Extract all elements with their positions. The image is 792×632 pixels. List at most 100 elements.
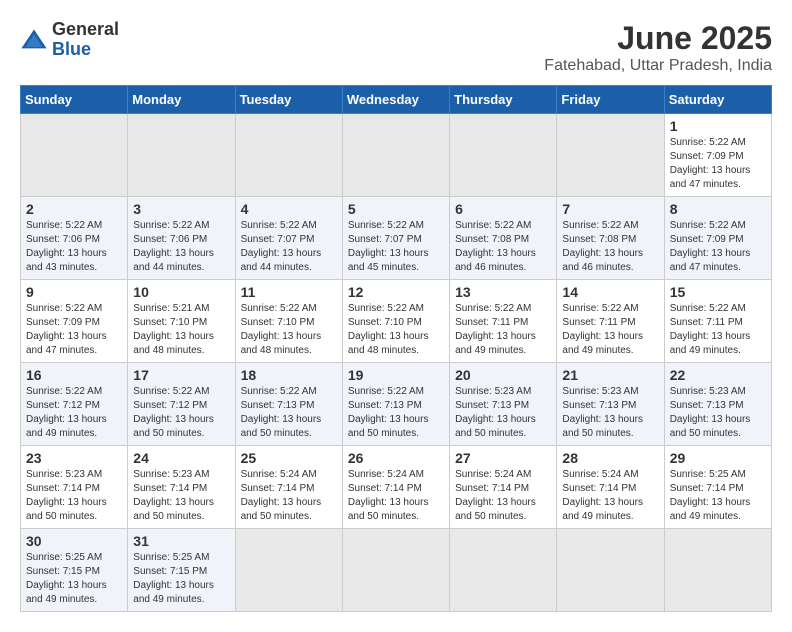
cell-info: Sunrise: 5:22 AMSunset: 7:10 PMDaylight:… (241, 303, 322, 356)
col-tuesday: Tuesday (235, 86, 342, 114)
calendar-header: Sunday Monday Tuesday Wednesday Thursday… (21, 86, 772, 114)
day-number: 19 (348, 367, 444, 383)
logo-text: General Blue (52, 20, 119, 60)
calendar-body: 1 Sunrise: 5:22 AMSunset: 7:09 PMDayligh… (21, 114, 772, 612)
cell-info: Sunrise: 5:25 AMSunset: 7:14 PMDaylight:… (670, 469, 751, 522)
table-row: 14 Sunrise: 5:22 AMSunset: 7:11 PMDaylig… (557, 280, 664, 363)
cell-info: Sunrise: 5:22 AMSunset: 7:13 PMDaylight:… (241, 386, 322, 439)
day-number: 11 (241, 284, 337, 300)
header-row: Sunday Monday Tuesday Wednesday Thursday… (21, 86, 772, 114)
cell-info: Sunrise: 5:22 AMSunset: 7:11 PMDaylight:… (670, 303, 751, 356)
cell-info: Sunrise: 5:22 AMSunset: 7:08 PMDaylight:… (562, 220, 643, 273)
cell-info: Sunrise: 5:25 AMSunset: 7:15 PMDaylight:… (133, 552, 214, 605)
logo-general: General (52, 20, 119, 40)
table-row: 23 Sunrise: 5:23 AMSunset: 7:14 PMDaylig… (21, 446, 128, 529)
day-number: 24 (133, 450, 229, 466)
table-row: 2 Sunrise: 5:22 AMSunset: 7:06 PMDayligh… (21, 197, 128, 280)
table-row (235, 529, 342, 612)
day-number: 3 (133, 201, 229, 217)
table-row: 31 Sunrise: 5:25 AMSunset: 7:15 PMDaylig… (128, 529, 235, 612)
table-row: 27 Sunrise: 5:24 AMSunset: 7:14 PMDaylig… (450, 446, 557, 529)
table-row (21, 114, 128, 197)
table-row (342, 114, 449, 197)
day-number: 10 (133, 284, 229, 300)
table-row: 21 Sunrise: 5:23 AMSunset: 7:13 PMDaylig… (557, 363, 664, 446)
table-row (342, 529, 449, 612)
cell-info: Sunrise: 5:24 AMSunset: 7:14 PMDaylight:… (241, 469, 322, 522)
table-row: 6 Sunrise: 5:22 AMSunset: 7:08 PMDayligh… (450, 197, 557, 280)
table-row: 7 Sunrise: 5:22 AMSunset: 7:08 PMDayligh… (557, 197, 664, 280)
day-number: 20 (455, 367, 551, 383)
cell-info: Sunrise: 5:25 AMSunset: 7:15 PMDaylight:… (26, 552, 107, 605)
calendar-table: Sunday Monday Tuesday Wednesday Thursday… (20, 85, 772, 612)
day-number: 21 (562, 367, 658, 383)
day-number: 29 (670, 450, 766, 466)
day-number: 18 (241, 367, 337, 383)
day-number: 8 (670, 201, 766, 217)
logo-icon (20, 26, 48, 54)
day-number: 14 (562, 284, 658, 300)
day-number: 6 (455, 201, 551, 217)
day-number: 2 (26, 201, 122, 217)
day-number: 16 (26, 367, 122, 383)
day-number: 25 (241, 450, 337, 466)
table-row: 9 Sunrise: 5:22 AMSunset: 7:09 PMDayligh… (21, 280, 128, 363)
col-wednesday: Wednesday (342, 86, 449, 114)
table-row: 5 Sunrise: 5:22 AMSunset: 7:07 PMDayligh… (342, 197, 449, 280)
day-number: 9 (26, 284, 122, 300)
logo-blue: Blue (52, 40, 119, 60)
calendar-row: 1 Sunrise: 5:22 AMSunset: 7:09 PMDayligh… (21, 114, 772, 197)
table-row: 4 Sunrise: 5:22 AMSunset: 7:07 PMDayligh… (235, 197, 342, 280)
cell-info: Sunrise: 5:22 AMSunset: 7:09 PMDaylight:… (26, 303, 107, 356)
table-row: 3 Sunrise: 5:22 AMSunset: 7:06 PMDayligh… (128, 197, 235, 280)
table-row: 24 Sunrise: 5:23 AMSunset: 7:14 PMDaylig… (128, 446, 235, 529)
day-number: 30 (26, 533, 122, 549)
title-area: June 2025 Fatehabad, Uttar Pradesh, Indi… (544, 20, 772, 75)
day-number: 31 (133, 533, 229, 549)
table-row: 17 Sunrise: 5:22 AMSunset: 7:12 PMDaylig… (128, 363, 235, 446)
col-friday: Friday (557, 86, 664, 114)
cell-info: Sunrise: 5:22 AMSunset: 7:07 PMDaylight:… (241, 220, 322, 273)
page-header: General Blue June 2025 Fatehabad, Uttar … (20, 20, 772, 75)
table-row: 20 Sunrise: 5:23 AMSunset: 7:13 PMDaylig… (450, 363, 557, 446)
table-row: 12 Sunrise: 5:22 AMSunset: 7:10 PMDaylig… (342, 280, 449, 363)
cell-info: Sunrise: 5:24 AMSunset: 7:14 PMDaylight:… (348, 469, 429, 522)
table-row: 30 Sunrise: 5:25 AMSunset: 7:15 PMDaylig… (21, 529, 128, 612)
table-row: 8 Sunrise: 5:22 AMSunset: 7:09 PMDayligh… (664, 197, 771, 280)
table-row: 29 Sunrise: 5:25 AMSunset: 7:14 PMDaylig… (664, 446, 771, 529)
calendar-row: 2 Sunrise: 5:22 AMSunset: 7:06 PMDayligh… (21, 197, 772, 280)
calendar-row: 30 Sunrise: 5:25 AMSunset: 7:15 PMDaylig… (21, 529, 772, 612)
cell-info: Sunrise: 5:22 AMSunset: 7:07 PMDaylight:… (348, 220, 429, 273)
table-row (557, 114, 664, 197)
day-number: 27 (455, 450, 551, 466)
cell-info: Sunrise: 5:22 AMSunset: 7:09 PMDaylight:… (670, 137, 751, 190)
cell-info: Sunrise: 5:23 AMSunset: 7:14 PMDaylight:… (133, 469, 214, 522)
table-row (450, 529, 557, 612)
calendar-row: 16 Sunrise: 5:22 AMSunset: 7:12 PMDaylig… (21, 363, 772, 446)
table-row: 28 Sunrise: 5:24 AMSunset: 7:14 PMDaylig… (557, 446, 664, 529)
cell-info: Sunrise: 5:22 AMSunset: 7:06 PMDaylight:… (26, 220, 107, 273)
col-saturday: Saturday (664, 86, 771, 114)
table-row (450, 114, 557, 197)
table-row (664, 529, 771, 612)
day-number: 7 (562, 201, 658, 217)
logo: General Blue (20, 20, 119, 60)
cell-info: Sunrise: 5:23 AMSunset: 7:13 PMDaylight:… (455, 386, 536, 439)
col-sunday: Sunday (21, 86, 128, 114)
day-number: 17 (133, 367, 229, 383)
cell-info: Sunrise: 5:22 AMSunset: 7:06 PMDaylight:… (133, 220, 214, 273)
cell-info: Sunrise: 5:23 AMSunset: 7:14 PMDaylight:… (26, 469, 107, 522)
table-row (235, 114, 342, 197)
table-row: 11 Sunrise: 5:22 AMSunset: 7:10 PMDaylig… (235, 280, 342, 363)
cell-info: Sunrise: 5:24 AMSunset: 7:14 PMDaylight:… (455, 469, 536, 522)
cell-info: Sunrise: 5:22 AMSunset: 7:09 PMDaylight:… (670, 220, 751, 273)
cell-info: Sunrise: 5:22 AMSunset: 7:10 PMDaylight:… (348, 303, 429, 356)
cell-info: Sunrise: 5:22 AMSunset: 7:12 PMDaylight:… (133, 386, 214, 439)
table-row: 1 Sunrise: 5:22 AMSunset: 7:09 PMDayligh… (664, 114, 771, 197)
day-number: 15 (670, 284, 766, 300)
day-number: 26 (348, 450, 444, 466)
day-number: 4 (241, 201, 337, 217)
table-row: 19 Sunrise: 5:22 AMSunset: 7:13 PMDaylig… (342, 363, 449, 446)
table-row: 18 Sunrise: 5:22 AMSunset: 7:13 PMDaylig… (235, 363, 342, 446)
day-number: 12 (348, 284, 444, 300)
